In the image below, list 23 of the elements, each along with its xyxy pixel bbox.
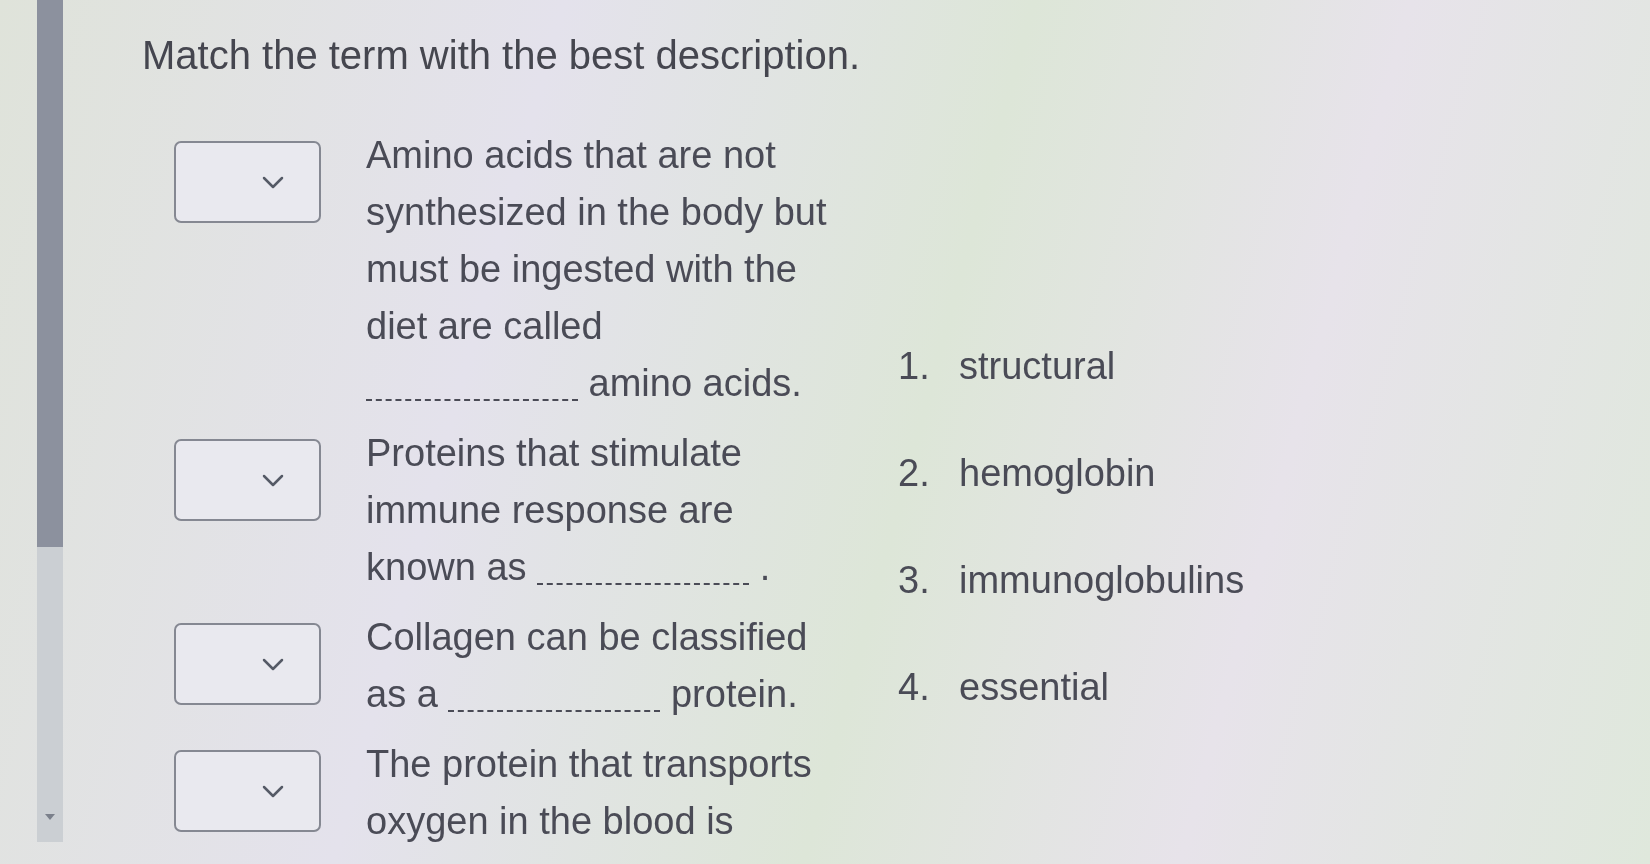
question-text: Amino acids that are not synthesized in the body but must be ingested with the diet are called amino acids. bbox=[366, 133, 828, 406]
question-text: The protein that transports oxygen in the blood is bbox=[366, 742, 813, 844]
question-text: Proteins that stimulate immune response are known as . bbox=[366, 431, 772, 590]
answer-dropdown[interactable] bbox=[174, 623, 321, 705]
list-number: 3. bbox=[898, 558, 931, 603]
answer-dropdown[interactable] bbox=[174, 750, 321, 832]
list-number: 4. bbox=[898, 665, 931, 710]
answer-term: structural bbox=[959, 344, 1116, 389]
chevron-down-icon bbox=[262, 175, 284, 189]
answer-dropdown[interactable] bbox=[174, 141, 321, 223]
answer-term: hemoglobin bbox=[959, 451, 1156, 496]
scroll-down-arrow-icon[interactable] bbox=[45, 814, 55, 820]
answer-term: immunoglobulins bbox=[959, 558, 1245, 603]
answer-term: essential bbox=[959, 665, 1109, 710]
scrollbar-thumb[interactable] bbox=[37, 0, 63, 547]
answer-dropdown[interactable] bbox=[174, 439, 321, 521]
chevron-down-icon bbox=[262, 473, 284, 487]
instructions-heading: Match the term with the best description. bbox=[142, 32, 861, 79]
chevron-down-icon bbox=[262, 657, 284, 671]
list-number: 1. bbox=[898, 344, 931, 389]
list-number: 2. bbox=[898, 451, 931, 496]
chevron-down-icon bbox=[262, 784, 284, 798]
question-text: Collagen can be classified as a protein. bbox=[366, 615, 809, 717]
